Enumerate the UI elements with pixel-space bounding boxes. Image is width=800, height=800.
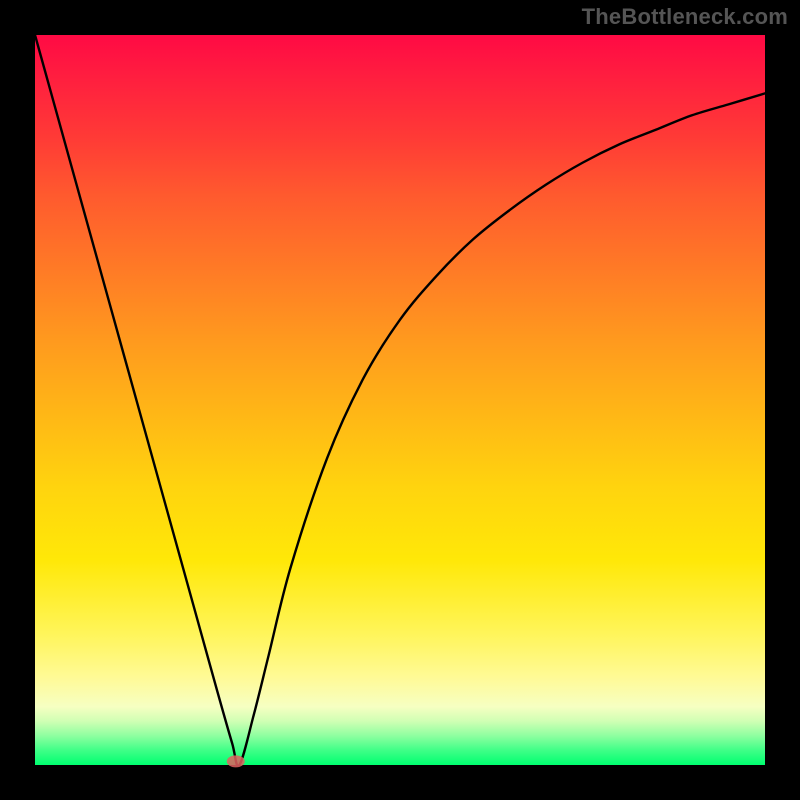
chart-frame: TheBottleneck.com xyxy=(0,0,800,800)
markers-group xyxy=(227,755,245,767)
plot-area xyxy=(35,35,765,765)
chart-svg xyxy=(35,35,765,765)
attribution-text: TheBottleneck.com xyxy=(582,4,788,30)
bottleneck-curve xyxy=(35,35,765,766)
current-config-marker xyxy=(227,755,245,767)
